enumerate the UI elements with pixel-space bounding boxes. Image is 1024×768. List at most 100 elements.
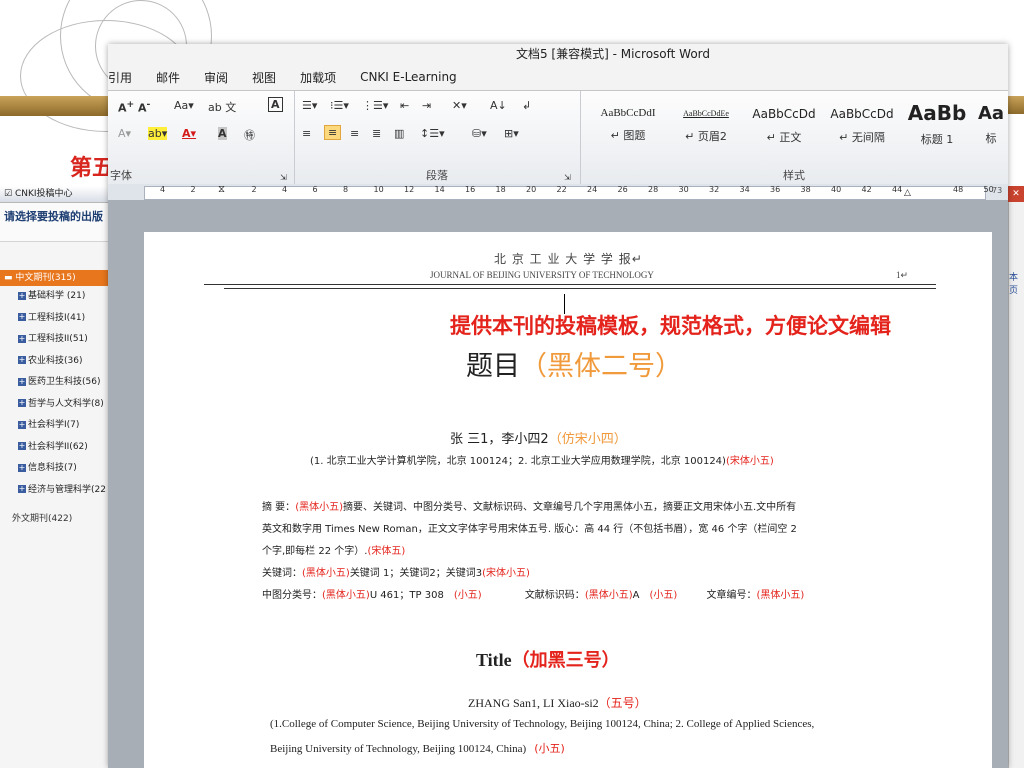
style-name: ↵ 页眉2 (685, 130, 727, 143)
font-group: A+ A- Aa▾ ab 文 A A▾ ab▾ A▾ A ㊕ 字体 ⇲ (108, 91, 295, 185)
show-marks-icon[interactable]: ↲ (522, 99, 531, 112)
abstract-note: (黑体小五) (295, 502, 343, 513)
en-authors: ZHANG San1, LI Xiao-si2（五号） (468, 694, 647, 711)
tree-item-label: 医药卫生科技(56) (28, 377, 101, 387)
close-icon[interactable]: ✕ (1008, 186, 1024, 202)
expand-icon[interactable]: + (18, 399, 26, 407)
dialog-launcher-icon[interactable]: ⇲ (564, 173, 571, 182)
expand-icon[interactable]: + (18, 463, 26, 472)
en-title-note: （加黑三号） (511, 650, 620, 671)
ruler-number: 30 (678, 185, 689, 194)
expand-icon[interactable]: + (18, 313, 26, 321)
clc-text: U 461；TP 308 (369, 590, 444, 601)
expand-icon[interactable]: + (18, 485, 26, 493)
abstract-label: 摘 要： (262, 502, 296, 513)
bullets-icon[interactable]: ☰▾ (302, 99, 317, 112)
style-sample: Aa (977, 103, 1005, 124)
expand-icon[interactable]: + (18, 356, 26, 364)
cnki-right-strip: 本页 (1008, 186, 1024, 768)
header-rule (204, 284, 936, 285)
style-name: ↵ 无间隔 (839, 131, 885, 144)
shading-icon[interactable]: ⛁▾ (472, 127, 487, 140)
char-shading-icon[interactable]: A (218, 127, 227, 140)
cnki-right-fragment[interactable]: 本页 (1009, 270, 1024, 296)
tree-item-label: 社会科学II(62) (28, 441, 88, 452)
tab-references[interactable]: 引用 (108, 69, 132, 86)
font-color-icon[interactable]: A▾ (182, 127, 196, 140)
en-affiliation-line-1: (1.College of Computer Science, Beijing … (270, 718, 815, 730)
ruler-number: 20 (526, 185, 537, 194)
ruler-number: 6 (312, 185, 318, 194)
tab-mailings[interactable]: 邮件 (156, 69, 180, 86)
enclose-char-icon[interactable]: ㊕ (244, 127, 255, 143)
checkbox-icon[interactable]: ☑ (4, 189, 12, 199)
text-effect-icon[interactable]: A▾ (118, 127, 131, 140)
distributed-icon[interactable]: ▥ (394, 127, 404, 140)
slide-caption: 提供本刊的投稿模板，规范格式，方便论文编辑 (450, 314, 891, 338)
sort-icon[interactable]: A↓ (490, 99, 507, 112)
ruler-number: 28 (648, 185, 659, 194)
tab-addins[interactable]: 加载项 (300, 69, 336, 86)
expand-icon[interactable]: + (18, 377, 26, 386)
tab-view[interactable]: 视图 (252, 69, 276, 86)
style-name: 标题 1 (920, 133, 954, 146)
abstract-text: 摘要、关键词、中图分类号、文献标识码、文章编号几个字用黑体小五，摘要正文用宋体小… (343, 502, 797, 513)
keywords-note: (黑体小五) (302, 568, 350, 579)
expand-icon[interactable]: + (18, 334, 26, 343)
tree-item-label: 农业科技(36) (28, 355, 83, 366)
style-header2[interactable]: AaBbCcDdEe ↵ 页眉2 (668, 97, 744, 159)
style-heading1[interactable]: AaBb 标题 1 (902, 97, 972, 159)
keywords-label: 关键词： (262, 568, 302, 579)
dialog-launcher-icon[interactable]: ⇲ (280, 173, 287, 182)
ruler-number: 26 (617, 185, 628, 194)
collapse-icon[interactable]: ▬ (4, 273, 13, 283)
justify-icon[interactable]: ≣ (372, 127, 381, 140)
styles-group-label: 样式 (783, 169, 805, 182)
align-right-icon[interactable]: ≡ (350, 127, 359, 140)
expand-icon[interactable]: + (18, 291, 26, 300)
ruler-number: 36 (770, 185, 781, 194)
ruler-number: 22 (556, 185, 567, 194)
tab-review[interactable]: 审阅 (204, 69, 228, 86)
en-authors-note: （五号） (598, 696, 647, 710)
ruler-number: 44 (892, 185, 903, 194)
ruler-number: 2 (251, 185, 257, 194)
right-indent-icon[interactable]: △ (904, 188, 911, 198)
doc-title-text: 题目 (466, 351, 520, 382)
expand-icon[interactable]: + (18, 420, 26, 429)
tree-root-chinese-journals[interactable]: ▬ 中文期刊(315) (0, 270, 124, 286)
multilevel-list-icon[interactable]: ⋮☰▾ (362, 99, 388, 112)
abstract-line-3: 个字,即每栏 22 个字）.(宋体五) (262, 542, 405, 557)
align-center-icon[interactable]: ≡ (324, 125, 342, 140)
horizontal-ruler[interactable]: 4 2 2 4 6 8 10 12 14 16 18 20 22 24 26 28 30 32 34 36 38 40 42… (108, 184, 1008, 200)
style-normal[interactable]: AaBbCcDd ↵ 正文 (746, 97, 822, 159)
tree-item-label: 基础科学 (21) (28, 291, 86, 301)
change-case-icon[interactable]: Aa▾ (174, 99, 194, 112)
keywords-text: 关键词 1；关键词2；关键词3 (349, 568, 483, 579)
abstract-text: 个字,即每栏 22 个字）. (262, 546, 368, 557)
ruler-number: 48 (953, 185, 964, 194)
en-affiliation-note: (小五) (534, 742, 565, 755)
highlight-icon[interactable]: ab▾ (148, 127, 168, 140)
indent-marker-icon[interactable]: ⧖ (218, 184, 225, 195)
borders-icon[interactable]: ⊞▾ (504, 127, 519, 140)
increase-indent-icon[interactable]: ⇥ (422, 99, 431, 112)
style-sample: AaBb (907, 101, 967, 125)
decrease-indent-icon[interactable]: ⇤ (400, 99, 409, 112)
char-border-icon[interactable]: A (268, 97, 283, 112)
style-heading2[interactable]: Aa 标 (974, 97, 1008, 159)
line-spacing-icon[interactable]: ↕☰▾ (420, 127, 445, 140)
grow-font-icon[interactable]: A+ A- (118, 99, 150, 115)
align-left-icon[interactable]: ≡ (302, 127, 311, 140)
numbering-icon[interactable]: ⁝☰▾ (330, 99, 349, 112)
expand-icon[interactable]: + (18, 442, 26, 450)
chinese-layout-icon[interactable]: ✕▾ (452, 99, 467, 112)
doccode-text: A (632, 590, 640, 601)
abstract-line-2: 英文和数字用 Times New Roman，正文文字体字号用宋体五号. 版心：… (262, 524, 797, 535)
style-figure-title[interactable]: AaBbCcDdI ↵ 图题 (590, 97, 666, 159)
tree-item-label: 哲学与人文科学(8) (28, 398, 104, 409)
phonetic-icon[interactable]: ab 文 (208, 99, 236, 115)
style-no-spacing[interactable]: AaBbCcDd ↵ 无间隔 (824, 97, 900, 159)
tab-cnki-elearning[interactable]: CNKI E-Learning (360, 70, 457, 84)
articleno-note: (黑体小五) (756, 590, 805, 601)
